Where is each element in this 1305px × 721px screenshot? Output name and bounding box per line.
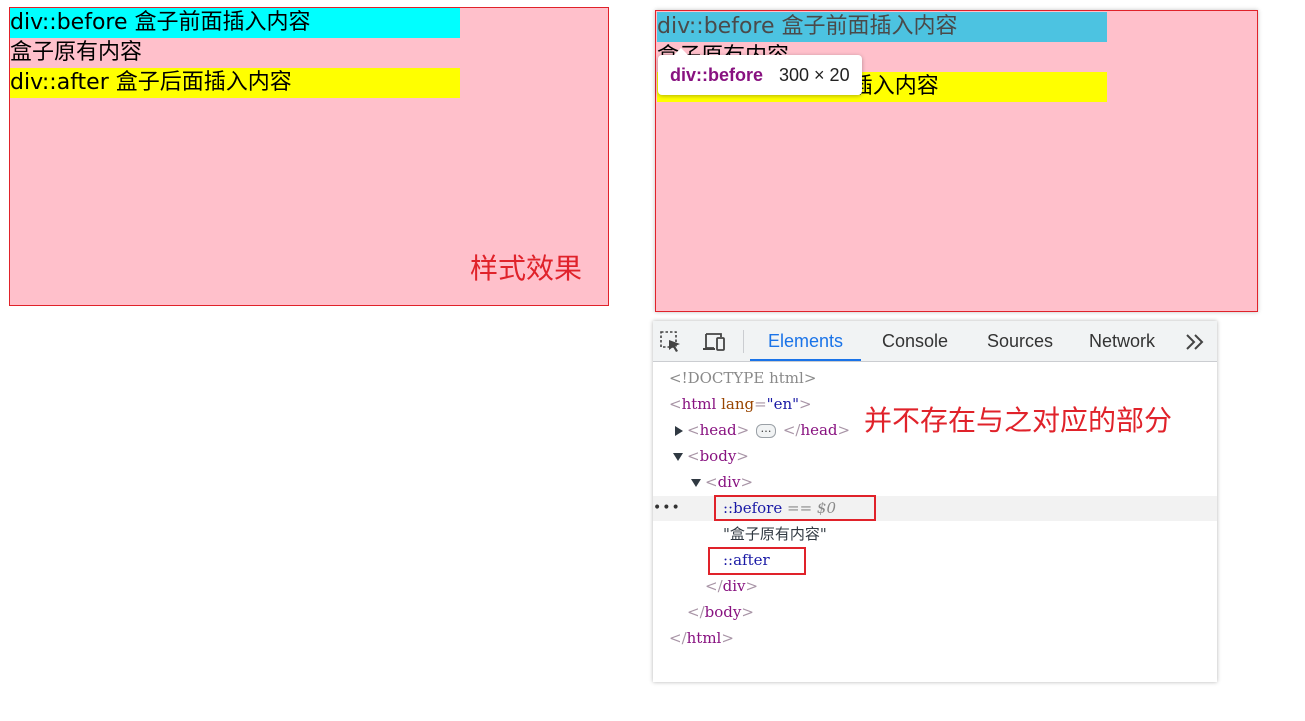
dom-body-row[interactable]: <body> bbox=[653, 444, 1217, 469]
html-lang-attr: lang bbox=[721, 395, 755, 413]
dom-div-close-row[interactable]: </div> bbox=[653, 574, 1217, 599]
html-tag: html bbox=[681, 395, 717, 413]
style-effect-annotation: 样式效果 bbox=[469, 252, 582, 285]
before-pseudo-content: div::before 盒子前面插入内容 bbox=[10, 8, 460, 38]
collapse-triangle-icon[interactable] bbox=[673, 453, 683, 461]
body-open-tag: body bbox=[699, 447, 737, 465]
div-close-tag: div bbox=[722, 577, 746, 595]
after-pseudo-content: div::after 盒子后面插入内容 bbox=[10, 68, 460, 98]
tooltip-size: 300 × 20 bbox=[779, 64, 850, 85]
device-toolbar-icon[interactable] bbox=[701, 330, 725, 354]
screenshot-stage: div::before 盒子前面插入内容 盒子原有内容 div::after 盒… bbox=[0, 0, 1305, 721]
collapse-triangle-icon[interactable] bbox=[691, 479, 701, 487]
div-open-tag: div bbox=[717, 473, 741, 491]
no-dom-counterpart-annotation: 并不存在与之对应的部分 bbox=[864, 404, 1173, 437]
row-menu-icon[interactable]: ••• bbox=[653, 496, 681, 521]
styled-div-preview: div::before 盒子前面插入内容 盒子原有内容 div::after 盒… bbox=[9, 7, 609, 306]
head-open-tag: head bbox=[699, 421, 737, 439]
after-highlight-box bbox=[708, 547, 806, 575]
text-node: "盒子原有内容" bbox=[723, 525, 827, 543]
tab-sources[interactable]: Sources bbox=[987, 321, 1053, 361]
devtools-toolbar: Elements Console Sources Network bbox=[653, 321, 1217, 362]
dom-doctype-row[interactable]: <!DOCTYPE html> bbox=[653, 366, 1217, 391]
highlighted-before-pseudo: div::before 盒子前面插入内容 bbox=[657, 12, 1107, 42]
tab-network[interactable]: Network bbox=[1089, 321, 1155, 361]
expand-triangle-icon[interactable] bbox=[675, 426, 683, 436]
toolbar-divider bbox=[743, 330, 744, 353]
body-close-tag: body bbox=[704, 603, 742, 621]
before-highlight-box bbox=[714, 495, 876, 521]
html-close-tag: html bbox=[686, 629, 722, 647]
head-close-tag: head bbox=[800, 421, 838, 439]
tooltip-selector: div::before bbox=[670, 64, 764, 85]
inspect-element-icon[interactable] bbox=[659, 330, 683, 354]
dom-text-row[interactable]: "盒子原有内容" bbox=[653, 522, 1217, 547]
dom-html-close-row[interactable]: </html> bbox=[653, 626, 1217, 651]
devtools-panel: Elements Console Sources Network <!DOCTY… bbox=[653, 321, 1217, 682]
tab-elements[interactable]: Elements bbox=[750, 321, 862, 361]
html-lang-value: "en" bbox=[766, 395, 800, 413]
doctype-node: <!DOCTYPE html> bbox=[669, 369, 817, 387]
more-tabs-icon[interactable] bbox=[1183, 331, 1207, 353]
dom-body-close-row[interactable]: </body> bbox=[653, 600, 1217, 625]
tab-console[interactable]: Console bbox=[882, 321, 948, 361]
dom-div-row[interactable]: <div> bbox=[653, 470, 1217, 495]
collapsed-children-ellipsis[interactable]: … bbox=[756, 423, 777, 438]
div-original-content: 盒子原有内容 bbox=[10, 40, 143, 65]
inspect-tooltip: div::before 300 × 20 bbox=[658, 48, 862, 95]
